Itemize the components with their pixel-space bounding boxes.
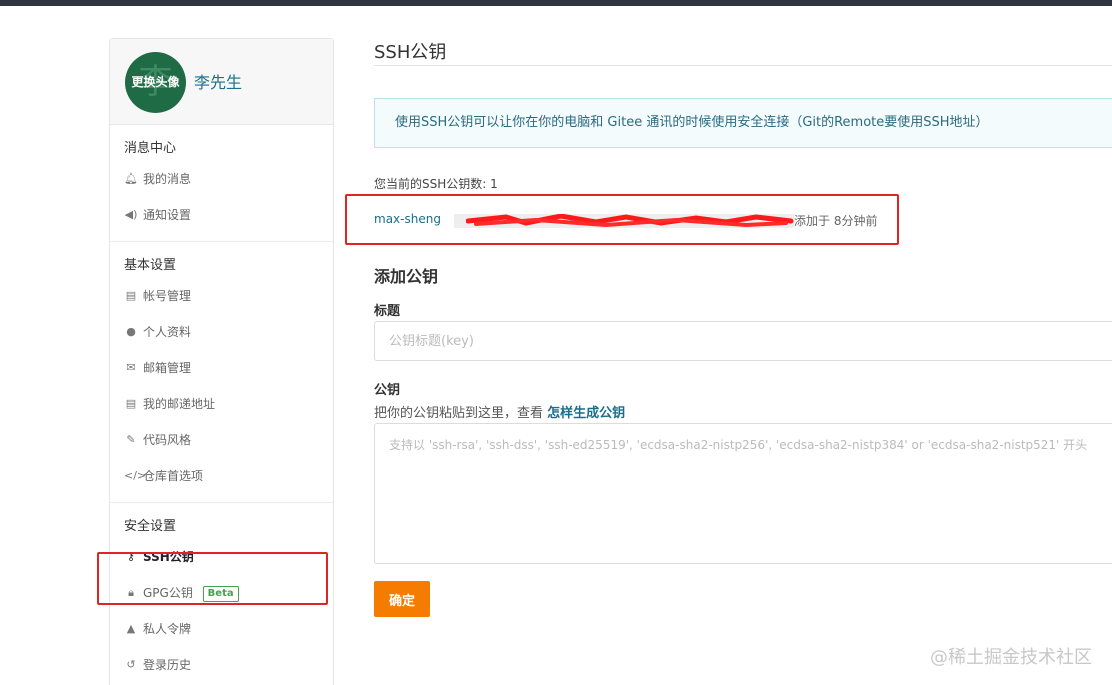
brush-icon: ✎ <box>126 433 136 446</box>
token-icon: ▲ <box>126 622 136 635</box>
sidebar-item-label: 代码风格 <box>143 433 192 447</box>
title-label: 标题 <box>374 304 401 319</box>
speaker-icon: ◀) <box>124 208 138 221</box>
key-hint: 把你的公钥粘贴到这里，查看 怎样生成公钥 <box>374 402 625 421</box>
id-card-icon: ▤ <box>125 289 137 302</box>
main-content: SSH公钥 使用SSH公钥可以让你在你的电脑和 Gitee 通讯的时候使用安全连… <box>345 0 1112 685</box>
profile-card: 李 更换头像 李先生 <box>110 39 333 125</box>
sidebar-item-private-tokens[interactable]: ▲ 私人令牌 <box>110 611 333 647</box>
sidebar-item-label: 个人资料 <box>143 325 192 339</box>
bell-icon: 🔔︎ <box>124 172 138 185</box>
add-key-heading: 添加公钥 <box>374 267 439 286</box>
id-card-icon: ▤ <box>125 397 137 410</box>
mail-icon: ✉ <box>126 361 136 374</box>
page-title: SSH公钥 <box>374 42 447 63</box>
sidebar-item-label: 登录历史 <box>143 658 192 672</box>
key-count: 您当前的SSH公钥数: 1 <box>374 177 498 191</box>
key-title-input[interactable] <box>374 321 1112 361</box>
sidebar-item-label: 帐号管理 <box>143 289 192 303</box>
ssh-menu-highlight <box>97 552 328 605</box>
hint-text: 把你的公钥粘贴到这里，查看 <box>374 406 548 421</box>
sidebar-item-account[interactable]: ▤ 帐号管理 <box>110 278 333 314</box>
sidebar-item-repo-preferences[interactable]: </> 仓库首选项 <box>110 458 333 494</box>
menu-group-messages: 消息中心 🔔︎ 我的消息 ◀) 通知设置 <box>110 125 333 242</box>
watermark: @稀土掘金技术社区 <box>930 647 1092 668</box>
change-avatar-label[interactable]: 更换头像 <box>125 52 186 113</box>
sidebar-item-label: 我的邮递地址 <box>143 397 216 411</box>
group-title: 基本设置 <box>124 258 177 273</box>
sidebar-item-label: 我的消息 <box>143 172 192 186</box>
sidebar-item-login-history[interactable]: ↺ 登录历史 <box>110 647 333 683</box>
user-name[interactable]: 李先生 <box>194 69 242 93</box>
sidebar-item-email[interactable]: ✉ 邮箱管理 <box>110 350 333 386</box>
sidebar-item-label: 通知设置 <box>143 208 192 222</box>
history-icon: ↺ <box>126 658 136 671</box>
how-to-generate-link[interactable]: 怎样生成公钥 <box>547 406 625 421</box>
ssh-key-highlight <box>345 194 899 245</box>
sidebar-item-code-style[interactable]: ✎ 代码风格 <box>110 422 333 458</box>
sidebar-item-my-messages[interactable]: 🔔︎ 我的消息 <box>110 161 333 197</box>
info-banner: 使用SSH公钥可以让你在你的电脑和 Gitee 通讯的时候使用安全连接（Git的… <box>374 98 1112 148</box>
title-divider <box>374 65 1112 66</box>
confirm-button[interactable]: 确定 <box>374 581 430 617</box>
sidebar-item-label: 仓库首选项 <box>143 469 204 483</box>
sidebar-item-label: 私人令牌 <box>143 622 192 636</box>
sidebar-item-notification-settings[interactable]: ◀) 通知设置 <box>110 197 333 233</box>
sidebar-item-address[interactable]: ▤ 我的邮递地址 <box>110 386 333 422</box>
sidebar-item-profile[interactable]: ● 个人资料 <box>110 314 333 350</box>
user-icon: ● <box>126 325 136 338</box>
key-label: 公钥 <box>374 383 401 398</box>
menu-group-basic: 基本设置 ▤ 帐号管理 ● 个人资料 ✉ 邮箱管理 ▤ 我的邮递地址 ✎ 代码风… <box>110 242 333 503</box>
group-title: 消息中心 <box>124 141 177 156</box>
group-title: 安全设置 <box>124 519 177 534</box>
code-icon: </> <box>124 469 147 482</box>
sidebar-item-label: 邮箱管理 <box>143 361 192 375</box>
public-key-textarea[interactable] <box>374 423 1112 564</box>
avatar[interactable]: 李 更换头像 <box>125 52 186 113</box>
